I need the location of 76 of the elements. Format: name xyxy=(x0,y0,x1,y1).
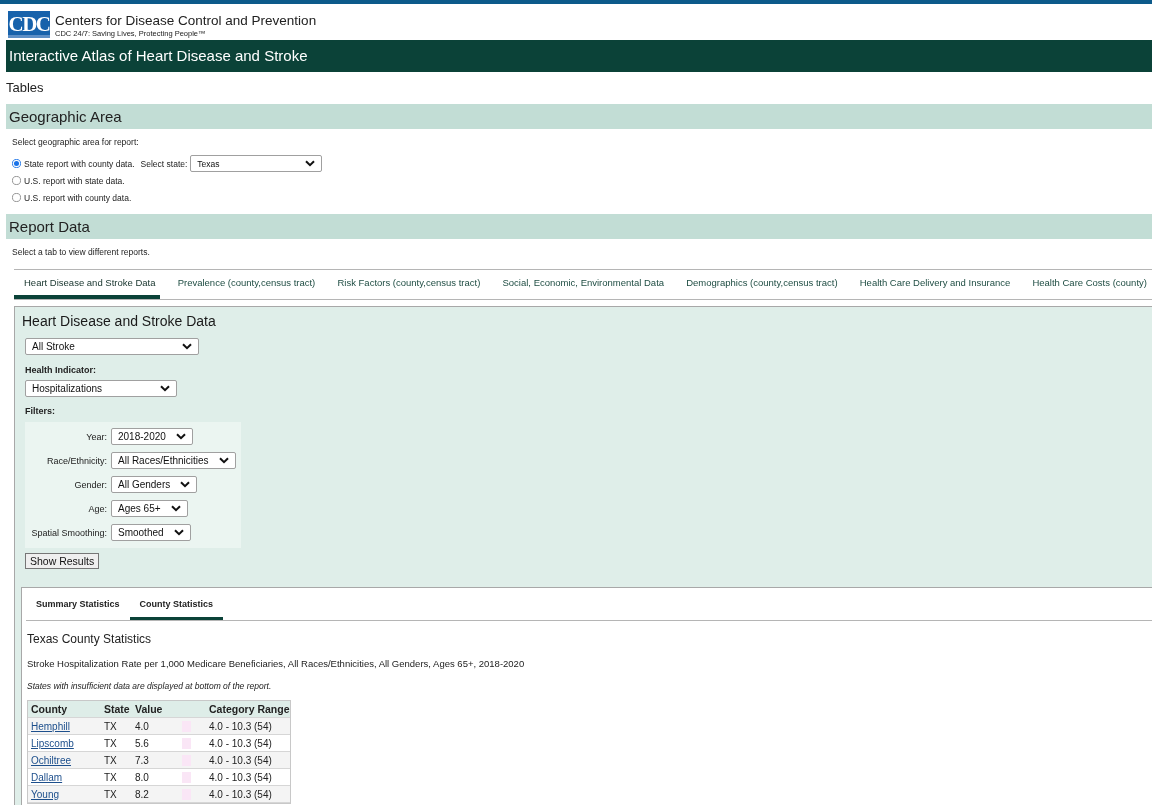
filter-dropdown[interactable]: All Races/Ethnicities xyxy=(111,452,236,469)
state-dropdown[interactable]: Texas xyxy=(190,155,323,172)
results-description: Stroke Hospitalization Rate per 1,000 Medicare Beneficiaries, All Races/Ethnicities, All Genders, Ages 65+, 2018-2020 xyxy=(27,658,526,669)
filter-dropdown[interactable]: Ages 65+ xyxy=(111,500,188,517)
tab[interactable]: Prevalence (county,census tract) xyxy=(167,270,321,299)
instruction-text: Select geographic area for report: xyxy=(11,136,140,149)
chevron-down-icon xyxy=(173,529,184,536)
filter-dropdown[interactable]: All Genders xyxy=(111,476,198,493)
option-label: U.S. report with county data. xyxy=(24,192,132,203)
field-label: Filters: xyxy=(25,405,56,417)
instruction-text: Select a tab to view different reports. xyxy=(11,246,151,259)
table-cell-text: TX xyxy=(103,771,118,783)
column-header: Category Range xyxy=(208,703,291,715)
filter-dropdown[interactable]: Smoothed xyxy=(111,524,191,541)
results-note: States with insufficient data are displayed at bottom of the report. xyxy=(27,681,273,692)
option-label: U.S. report with state data. xyxy=(24,175,125,186)
chevron-down-icon xyxy=(175,433,186,440)
tab[interactable]: County Statistics xyxy=(129,588,224,620)
tab[interactable]: Summary Statistics xyxy=(26,588,130,620)
table-cell-text: 4.0 - 10.3 (54) xyxy=(208,720,273,732)
tab[interactable]: Demographics (county,census tract) xyxy=(676,270,843,299)
column-header: State xyxy=(103,703,131,715)
results-title: Texas County Statistics xyxy=(27,632,153,646)
table-cell-text: 8.0 xyxy=(134,771,150,783)
tab[interactable]: Health Care Delivery and Insurance xyxy=(849,270,1016,299)
filter-label: Gender: xyxy=(74,479,107,490)
section-header: Report Data xyxy=(6,214,1152,239)
tab[interactable]: Social, Economic, Environmental Data xyxy=(492,270,670,299)
page-heading: Tables xyxy=(5,79,45,97)
title-bar: Interactive Atlas of Heart Disease and Stroke xyxy=(6,40,1152,72)
filter-label: Year: xyxy=(86,431,107,442)
column-header: County xyxy=(30,703,69,715)
table-cell-text: TX xyxy=(103,737,118,749)
filter-label: Age: xyxy=(88,503,107,514)
table-cell-text: 5.6 xyxy=(134,737,150,749)
organization-name: Centers for Disease Control and Prevention xyxy=(55,12,317,29)
table-cell-text: 7.3 xyxy=(134,754,150,766)
radio-button[interactable] xyxy=(12,193,21,202)
chevron-down-icon xyxy=(218,457,229,464)
county-link[interactable]: Hemphill xyxy=(28,720,73,732)
tab[interactable]: Health Care Costs (county) xyxy=(1022,270,1152,299)
section-header: Geographic Area xyxy=(6,104,1152,129)
table-cell-text: TX xyxy=(103,788,118,800)
topic-dropdown[interactable]: All Stroke xyxy=(25,338,199,355)
chevron-down-icon xyxy=(305,160,316,167)
show-results-button[interactable]: Show Results xyxy=(25,553,100,569)
table-cell-text: 4.0 - 10.3 (54) xyxy=(208,771,273,783)
option-label: State report with county data. xyxy=(24,158,135,169)
chevron-down-icon xyxy=(170,505,181,512)
field-label: Health Indicator: xyxy=(25,364,97,376)
table-cell-text: 4.0 - 10.3 (54) xyxy=(208,788,273,800)
table-cell-text: 4.0 - 10.3 (54) xyxy=(208,737,273,749)
county-link[interactable]: Lipscomb xyxy=(28,737,77,749)
radio-button[interactable] xyxy=(12,159,21,168)
chevron-down-icon xyxy=(180,481,191,488)
county-link[interactable]: Dallam xyxy=(28,771,66,783)
filter-label: Race/Ethnicity: xyxy=(46,455,107,466)
table-cell-text: TX xyxy=(103,754,118,766)
chevron-down-icon xyxy=(160,385,170,392)
table-cell-text: 8.2 xyxy=(134,788,150,800)
table-cell-text: TX xyxy=(103,720,118,732)
logo: CDC xyxy=(8,11,50,38)
tab[interactable]: Heart Disease and Stroke Data xyxy=(14,270,161,299)
filter-label: Spatial Smoothing: xyxy=(31,527,107,538)
indicator-dropdown[interactable]: Hospitalizations xyxy=(25,380,177,397)
field-label: Select state: xyxy=(140,158,188,169)
radio-button[interactable] xyxy=(12,176,21,185)
county-link[interactable]: Ochiltree xyxy=(28,754,74,766)
table-cell-text: 4.0 - 10.3 (54) xyxy=(208,754,273,766)
tab[interactable]: Risk Factors (county,census tract) xyxy=(327,270,486,299)
panel-title: Heart Disease and Stroke Data xyxy=(22,313,217,329)
table-cell-text: 4.0 xyxy=(134,720,150,732)
county-link[interactable]: Young xyxy=(28,788,62,800)
chevron-down-icon xyxy=(182,343,192,350)
column-header: Value xyxy=(134,703,164,715)
filter-dropdown[interactable]: 2018-2020 xyxy=(111,428,193,445)
